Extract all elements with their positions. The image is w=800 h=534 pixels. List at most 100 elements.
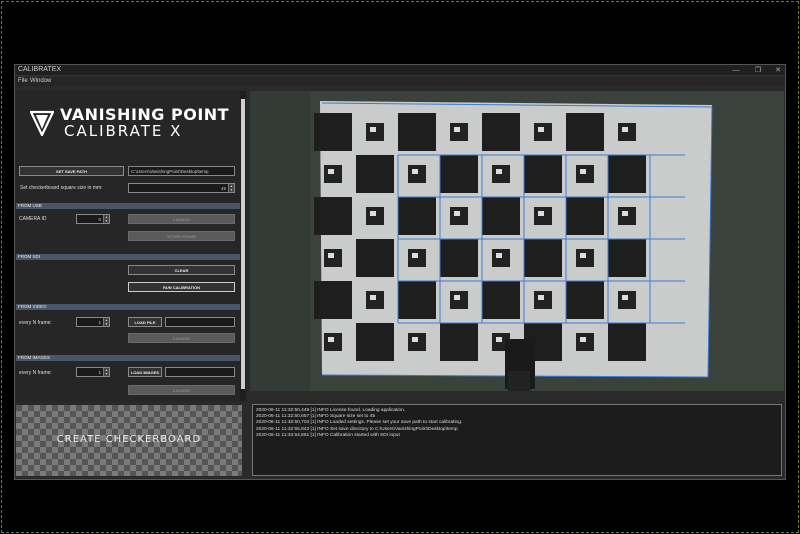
log-console: 2020-06-11 11:32:50,449 [1] INFO License… bbox=[252, 404, 782, 476]
stepper-arrows-icon[interactable]: ▲ ▼ bbox=[103, 215, 109, 223]
close-icon[interactable]: ✕ bbox=[771, 65, 785, 76]
section-header-usb: FROM USB bbox=[16, 203, 240, 209]
run-calibration-button[interactable]: RUN CALIBRATION bbox=[128, 282, 235, 292]
aruco-marker-bit bbox=[580, 337, 586, 342]
aruco-marker-bit bbox=[538, 127, 544, 132]
video-launch-button[interactable]: LAUNCH bbox=[128, 333, 235, 343]
camera-preview bbox=[250, 91, 784, 391]
checker-square bbox=[398, 197, 436, 235]
aruco-marker-bit bbox=[580, 169, 586, 174]
log-line: 2020-06-11 11:34:54,851 [1] INFO Calibra… bbox=[256, 432, 400, 438]
checker-square bbox=[314, 113, 352, 151]
images-header-label: FROM IMAGES bbox=[18, 355, 51, 360]
checker-square bbox=[356, 323, 394, 361]
checker-square bbox=[398, 281, 436, 319]
aruco-marker-bit bbox=[496, 337, 502, 342]
load-file-button[interactable]: LOAD FILE bbox=[128, 317, 162, 327]
aruco-marker-bit bbox=[538, 211, 544, 216]
checker-square bbox=[608, 239, 646, 277]
window-title: CALIBRATEX bbox=[18, 66, 62, 73]
minimize-icon[interactable]: — bbox=[729, 65, 743, 76]
aruco-marker-bit bbox=[496, 169, 502, 174]
checker-square bbox=[440, 155, 478, 193]
checker-square bbox=[314, 197, 352, 235]
aruco-marker-bit bbox=[328, 253, 334, 258]
aruco-marker-bit bbox=[328, 337, 334, 342]
section-header-images: FROM IMAGES bbox=[16, 355, 240, 361]
checker-square bbox=[608, 155, 646, 193]
aruco-marker-bit bbox=[454, 127, 460, 132]
maximize-icon[interactable]: ❐ bbox=[751, 65, 765, 76]
menu-window[interactable]: Window bbox=[30, 78, 51, 84]
aruco-marker-bit bbox=[496, 253, 502, 258]
stepper-arrows-icon[interactable]: ▲ ▼ bbox=[103, 368, 109, 376]
aruco-marker-bit bbox=[370, 295, 376, 300]
checker-square bbox=[524, 155, 562, 193]
save-path-field[interactable]: C:\Users\VanishingPoint\Desktop\temp bbox=[128, 166, 235, 176]
panel-scrollbar[interactable] bbox=[240, 91, 246, 401]
checker-square bbox=[356, 239, 394, 277]
aruco-marker-bit bbox=[454, 211, 460, 216]
scrollbar-thumb[interactable] bbox=[241, 99, 245, 389]
checker-square bbox=[314, 281, 352, 319]
vanishing-point-logo-icon bbox=[30, 110, 54, 136]
section-header-video: FROM VIDEO bbox=[16, 304, 240, 310]
checker-square bbox=[566, 197, 604, 235]
checker-square bbox=[608, 323, 646, 361]
camera-id-stepper[interactable]: 0 ▲ ▼ bbox=[76, 214, 110, 224]
aruco-marker-bit bbox=[580, 253, 586, 258]
aruco-marker-bit bbox=[622, 211, 628, 216]
section-header-sdi: FROM SDI bbox=[16, 254, 240, 260]
checker-square bbox=[356, 155, 394, 193]
video-header-label: FROM VIDEO bbox=[18, 304, 47, 309]
video-every-n-stepper[interactable]: 1 ▲ ▼ bbox=[76, 317, 110, 327]
logo-text-line2: CALIBRATE X bbox=[64, 122, 183, 140]
aruco-marker-bit bbox=[622, 295, 628, 300]
camera-id-value: 0 bbox=[98, 217, 101, 222]
aruco-marker-bit bbox=[328, 169, 334, 174]
checker-square bbox=[524, 239, 562, 277]
checker-square bbox=[440, 239, 478, 277]
video-file-field[interactable] bbox=[165, 317, 235, 327]
checker-square bbox=[482, 113, 520, 151]
aruco-marker-bit bbox=[412, 337, 418, 342]
aruco-marker-bit bbox=[454, 295, 460, 300]
sdi-header-label: FROM SDI bbox=[18, 254, 40, 259]
camera-id-label: CAMERA ID bbox=[19, 216, 47, 222]
usb-launch-button[interactable]: LAUNCH bbox=[128, 214, 235, 224]
store-frame-button[interactable]: STORE FRAME bbox=[128, 231, 235, 241]
checkerboard-feed-image bbox=[250, 91, 784, 391]
video-every-n-value: 1 bbox=[98, 320, 101, 325]
square-size-label: Set checkerboard square size in mm: bbox=[20, 185, 103, 191]
images-every-n-stepper[interactable]: 1 ▲ ▼ bbox=[76, 367, 110, 377]
square-size-stepper[interactable]: 45 ▲ ▼ bbox=[128, 183, 235, 193]
menu-bar: File Window bbox=[15, 77, 785, 86]
menu-file[interactable]: File bbox=[18, 78, 28, 84]
aruco-marker-bit bbox=[412, 253, 418, 258]
create-checkerboard-label: CREATE CHECKERBOARD bbox=[56, 434, 202, 445]
images-folder-field[interactable] bbox=[165, 367, 235, 377]
square-size-value: 45 bbox=[220, 186, 226, 191]
stepper-arrows-icon[interactable]: ▲ ▼ bbox=[103, 318, 109, 326]
aruco-marker-bit bbox=[622, 127, 628, 132]
clear-button[interactable]: CLEAR bbox=[128, 265, 235, 275]
video-every-n-label: every N frame: bbox=[19, 320, 52, 326]
aruco-marker-bit bbox=[538, 295, 544, 300]
aruco-marker-bit bbox=[370, 211, 376, 216]
create-checkerboard-button[interactable]: CREATE CHECKERBOARD bbox=[16, 405, 242, 476]
aruco-marker-bit bbox=[412, 169, 418, 174]
load-images-button[interactable]: LOAD IMAGES bbox=[128, 367, 162, 377]
aruco-marker-bit bbox=[370, 127, 376, 132]
checker-square bbox=[440, 323, 478, 361]
images-every-n-label: every N frame: bbox=[19, 370, 52, 376]
checker-square bbox=[482, 197, 520, 235]
images-every-n-value: 1 bbox=[98, 370, 101, 375]
checker-square bbox=[398, 113, 436, 151]
set-save-path-button[interactable]: SET SAVE PATH bbox=[19, 166, 124, 176]
checker-square bbox=[482, 281, 520, 319]
checker-square bbox=[566, 113, 604, 151]
images-launch-button[interactable]: LAUNCH bbox=[128, 385, 235, 395]
title-bar: CALIBRATEX — ❐ ✕ bbox=[15, 65, 785, 76]
stepper-arrows-icon[interactable]: ▲ ▼ bbox=[228, 184, 234, 192]
usb-header-label: FROM USB bbox=[18, 203, 42, 208]
